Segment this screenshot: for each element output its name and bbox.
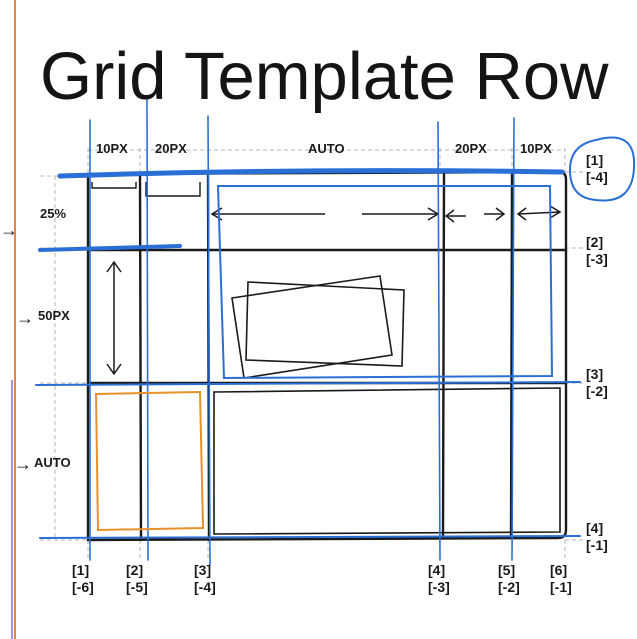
top-brackets bbox=[91, 182, 201, 197]
col-line-neg: [-4] bbox=[194, 579, 216, 595]
col-line-neg: [-2] bbox=[498, 579, 520, 595]
sketch-arrows bbox=[106, 205, 562, 376]
row-line-pos: [3] bbox=[586, 366, 604, 382]
auto-area-box bbox=[213, 387, 561, 535]
column-line-number-3: [3] [-4] bbox=[194, 562, 216, 596]
grid-sketch bbox=[11, 0, 636, 639]
col-line-pos: [2] bbox=[126, 562, 144, 578]
col-line-pos: [6] bbox=[550, 562, 568, 578]
row-line-number-1: [1] [-4] bbox=[586, 152, 608, 186]
arrow-right-icon: → bbox=[14, 454, 32, 474]
row-line-number-4: [4] [-1] bbox=[586, 520, 608, 554]
column-line-number-4: [4] [-3] bbox=[428, 562, 450, 596]
col-line-neg: [-1] bbox=[550, 579, 572, 595]
col-line-pos: [1] bbox=[72, 562, 90, 578]
arrow-right-icon: → bbox=[16, 308, 34, 328]
col-line-pos: [3] bbox=[194, 562, 212, 578]
col-size-label-2: 20PX bbox=[155, 141, 187, 156]
row-line-pos: [2] bbox=[586, 234, 604, 250]
col-size-label-3: AUTO bbox=[308, 141, 345, 156]
row-line-number-2: [2] [-3] bbox=[586, 234, 608, 268]
center-sketch-rects bbox=[231, 275, 405, 379]
col-size-label-5: 10PX bbox=[520, 141, 552, 156]
row-size-label-3: AUTO bbox=[34, 455, 71, 470]
blue-highlights bbox=[35, 99, 636, 566]
col-line-pos: [4] bbox=[428, 562, 446, 578]
row-line-neg: [-1] bbox=[586, 537, 608, 553]
col-line-neg: [-5] bbox=[126, 579, 148, 595]
row-line-neg: [-2] bbox=[586, 383, 608, 399]
col-size-label-1: 10PX bbox=[96, 141, 128, 156]
row-line-number-3: [3] [-2] bbox=[586, 366, 608, 400]
column-line-number-1: [1] [-6] bbox=[72, 562, 94, 596]
col-line-pos: [5] bbox=[498, 562, 516, 578]
column-line-number-2: [2] [-5] bbox=[126, 562, 148, 596]
col-size-label-4: 20PX bbox=[455, 141, 487, 156]
row-line-neg: [-3] bbox=[586, 251, 608, 267]
dashed-guides bbox=[40, 148, 585, 560]
row-size-label-1: 25% bbox=[40, 206, 67, 221]
row-line-pos: [1] bbox=[586, 152, 604, 168]
column-line-number-6: [6] [-1] bbox=[550, 562, 572, 596]
row-size-label-2: 50PX bbox=[38, 308, 70, 323]
row-line-pos: [4] bbox=[586, 520, 604, 536]
arrow-right-icon: → bbox=[0, 220, 18, 240]
row-line-neg: [-4] bbox=[586, 169, 608, 185]
orange-highlight-box bbox=[94, 390, 205, 532]
column-line-number-5: [5] [-2] bbox=[498, 562, 520, 596]
grid-lines bbox=[86, 170, 568, 542]
col-line-neg: [-3] bbox=[428, 579, 450, 595]
col-line-neg: [-6] bbox=[72, 579, 94, 595]
